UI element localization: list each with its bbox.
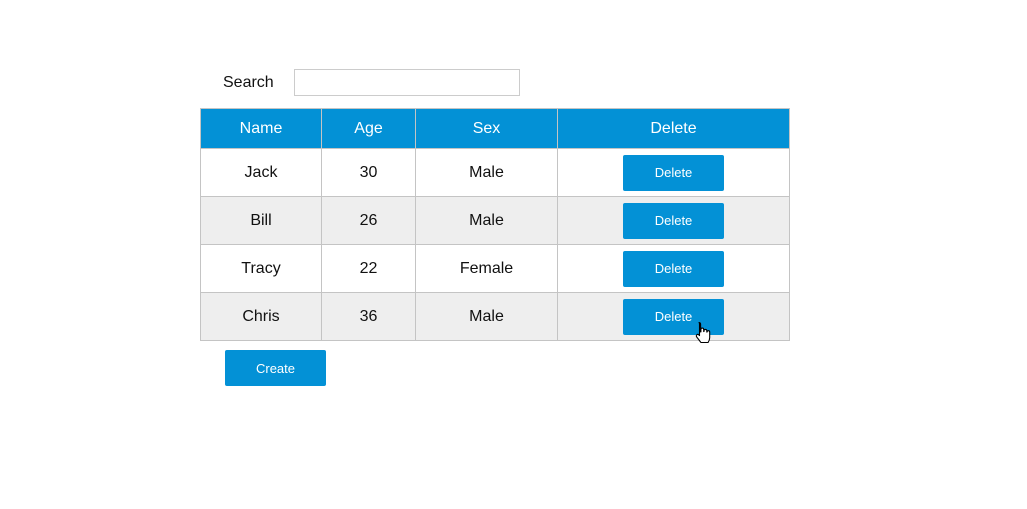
table-header-row: Name Age Sex Delete — [200, 108, 790, 149]
column-header-name: Name — [200, 108, 322, 149]
cell-action: Delete — [557, 196, 790, 245]
cell-age: 30 — [321, 148, 416, 197]
table-row: Jack 30 Male Delete — [200, 148, 790, 197]
cell-age: 22 — [321, 244, 416, 293]
cell-action: Delete — [557, 244, 790, 293]
people-table: Name Age Sex Delete Jack 30 Male Delete … — [200, 108, 790, 341]
cell-sex: Male — [415, 148, 558, 197]
cell-name: Bill — [200, 196, 322, 245]
table-row: Bill 26 Male Delete — [200, 196, 790, 245]
delete-button[interactable]: Delete — [623, 298, 724, 335]
cell-sex: Male — [415, 196, 558, 245]
delete-button[interactable]: Delete — [623, 250, 724, 287]
column-header-delete: Delete — [557, 108, 790, 149]
table-row: Chris 36 Male Delete — [200, 292, 790, 341]
cell-name: Jack — [200, 148, 322, 197]
cell-name: Chris — [200, 292, 322, 341]
table-row: Tracy 22 Female Delete — [200, 244, 790, 293]
cell-sex: Male — [415, 292, 558, 341]
delete-button[interactable]: Delete — [623, 202, 724, 239]
search-input[interactable] — [294, 69, 520, 96]
column-header-age: Age — [321, 108, 416, 149]
create-button[interactable]: Create — [225, 350, 326, 386]
cell-action: Delete — [557, 292, 790, 341]
cell-age: 36 — [321, 292, 416, 341]
cell-sex: Female — [415, 244, 558, 293]
cell-age: 26 — [321, 196, 416, 245]
column-header-sex: Sex — [415, 108, 558, 149]
cell-name: Tracy — [200, 244, 322, 293]
delete-button[interactable]: Delete — [623, 154, 724, 191]
cell-action: Delete — [557, 148, 790, 197]
search-label: Search — [223, 74, 274, 91]
